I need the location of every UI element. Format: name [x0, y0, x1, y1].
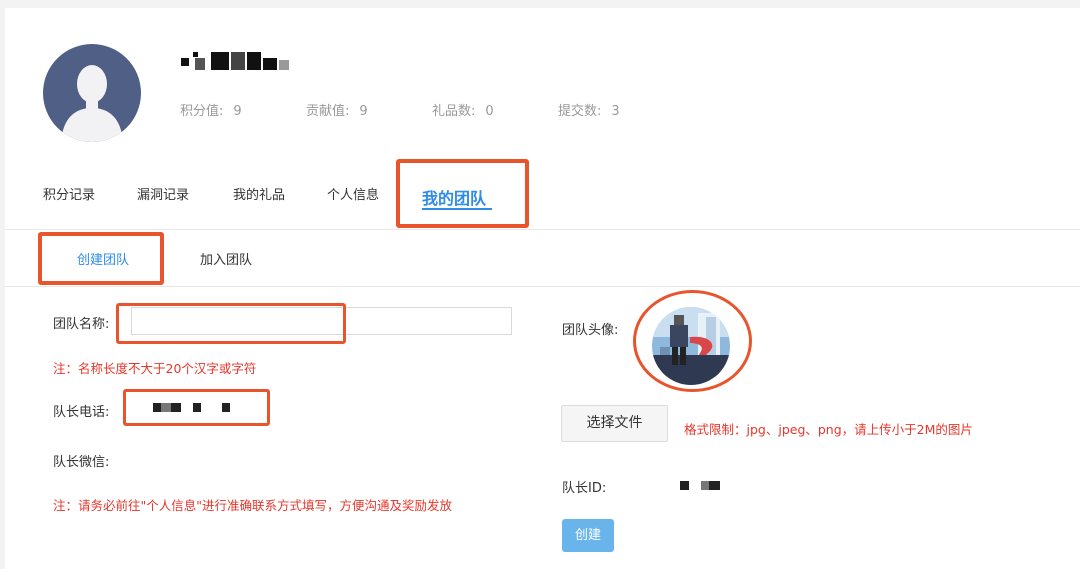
contact-info-note: 注：请务必前往"个人信息"进行准确联系方式填写，方便沟通及奖励发放	[53, 498, 453, 513]
stat-submissions: 提交数: 3	[558, 100, 620, 119]
stat-points-label: 积分值:	[180, 104, 224, 119]
username-pixelated	[181, 52, 291, 72]
profile-card	[5, 8, 1080, 569]
stat-contribution: 贡献值: 9	[306, 100, 368, 119]
stat-gifts-label: 礼品数:	[432, 104, 476, 119]
user-avatar	[43, 44, 141, 142]
tab-points-record[interactable]: 积分记录	[43, 184, 95, 203]
stat-contribution-value: 9	[359, 104, 368, 119]
tab-vuln-record[interactable]: 漏洞记录	[137, 184, 189, 203]
team-avatar-label: 团队头像:	[562, 323, 619, 338]
tab-my-gifts[interactable]: 我的礼品	[233, 184, 285, 203]
stat-points: 积分值: 9	[180, 100, 242, 119]
leader-id-label: 队长ID:	[562, 481, 607, 496]
tab-personal-info[interactable]: 个人信息	[327, 184, 379, 203]
create-team-button[interactable]: 创建	[562, 519, 614, 552]
stat-gifts-value: 0	[485, 104, 494, 119]
highlight-circle-team-avatar	[633, 290, 752, 392]
stat-gifts: 礼品数: 0	[432, 100, 494, 119]
highlight-box-create-team	[38, 232, 164, 285]
name-length-note: 注：名称长度不大于20个汉字或字符	[53, 361, 257, 376]
subtab-join-team[interactable]: 加入团队	[200, 249, 252, 268]
image-format-note: 格式限制：jpg、jpeg、png，请上传小于2M的图片	[684, 422, 973, 437]
leader-wechat-label: 队长微信:	[53, 455, 110, 470]
highlight-box-team-name	[116, 303, 346, 344]
stat-points-value: 9	[233, 104, 242, 119]
stat-submissions-label: 提交数:	[558, 104, 602, 119]
stat-submissions-value: 3	[611, 104, 620, 119]
highlight-box-leader-phone	[123, 389, 270, 426]
leader-phone-label: 队长电话:	[53, 405, 110, 420]
team-name-label: 团队名称:	[53, 317, 110, 332]
subtabs-divider	[5, 286, 1080, 287]
stat-contribution-label: 贡献值:	[306, 104, 350, 119]
highlight-box-my-team	[396, 159, 529, 228]
choose-file-button[interactable]: 选择文件	[561, 405, 668, 442]
tabs-divider	[5, 229, 1080, 230]
person-silhouette-icon	[61, 65, 123, 142]
